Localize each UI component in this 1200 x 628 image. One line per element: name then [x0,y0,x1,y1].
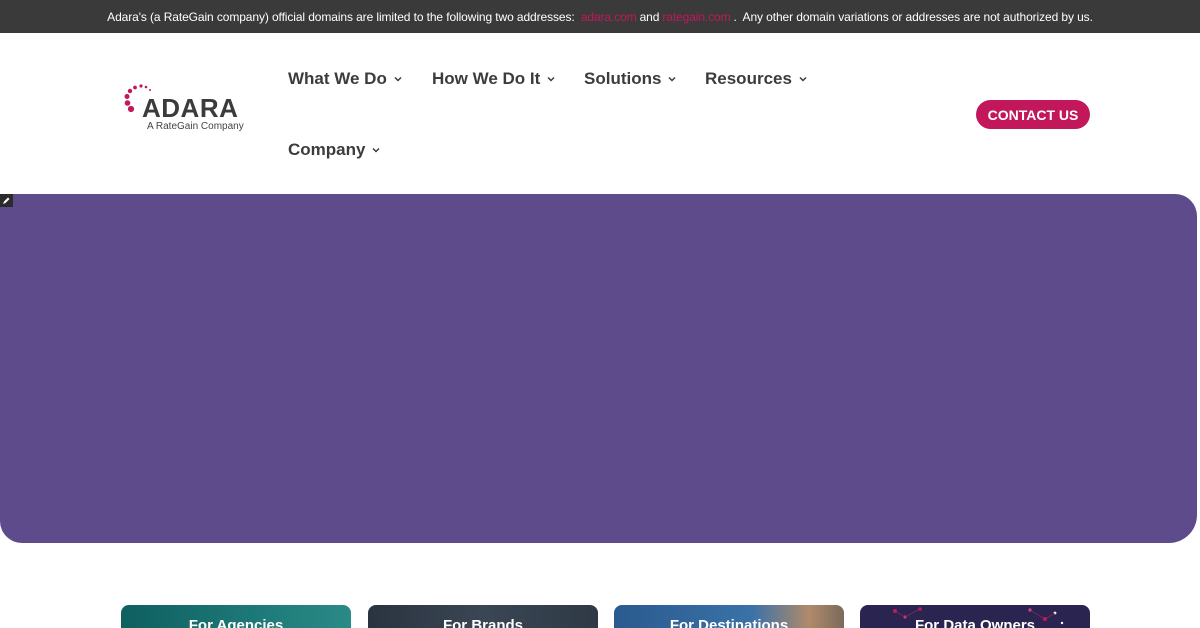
nav-item-label: Solutions [584,69,662,88]
notice-suffix: . Any other domain variations or address… [733,9,1093,24]
adara-logo[interactable]: ADARA A RateGain Company [124,81,256,133]
card-label: For Data Owners [914,617,1036,628]
contact-us-button[interactable]: CONTACT US [976,100,1090,129]
notice-domain-rategain-link[interactable]: rategain.com [662,10,730,24]
card-label: For Brands [442,617,523,628]
nav-item-label: Resources [705,69,792,88]
nav-item-company[interactable]: Company [288,140,380,160]
domain-notice-bar: Adara's (a RateGain company) official do… [0,0,1200,33]
chevron-down-icon [547,76,555,82]
card-for-data-owners[interactable]: For Data Owners [860,605,1090,628]
nav-item-solutions[interactable]: Solutions [584,69,676,89]
notice-prefix: Adara's (a RateGain company) official do… [107,9,578,24]
card-for-agencies[interactable]: For Agencies [121,605,351,628]
nav-item-how-we-do-it[interactable]: How We Do It [432,69,555,89]
site-header: ADARA A RateGain Company What We Do How … [0,33,1200,194]
card-for-destinations[interactable]: For Destinations [614,605,844,628]
notice-domain-adara-link[interactable]: adara.com [581,10,637,24]
chevron-down-icon [394,76,402,82]
nav-item-label: Company [288,140,366,159]
notice-joiner: and [639,9,660,24]
nav-item-label: What We Do [288,69,387,88]
chevron-down-icon [668,76,676,82]
nav-item-what-we-do[interactable]: What We Do [288,69,402,89]
card-label: For Agencies [188,617,284,628]
edit-pencil-icon[interactable] [0,194,13,207]
logo-wordmark: ADARA [142,93,239,123]
hero-banner [0,194,1197,543]
chevron-down-icon [799,76,807,82]
logo-tagline: A RateGain Company [147,121,244,132]
chevron-down-icon [372,147,380,153]
card-for-brands[interactable]: For Brands [368,605,598,628]
card-label: For Destinations [669,617,789,628]
nav-item-resources[interactable]: Resources [705,69,807,89]
nav-item-label: How We Do It [432,69,541,88]
